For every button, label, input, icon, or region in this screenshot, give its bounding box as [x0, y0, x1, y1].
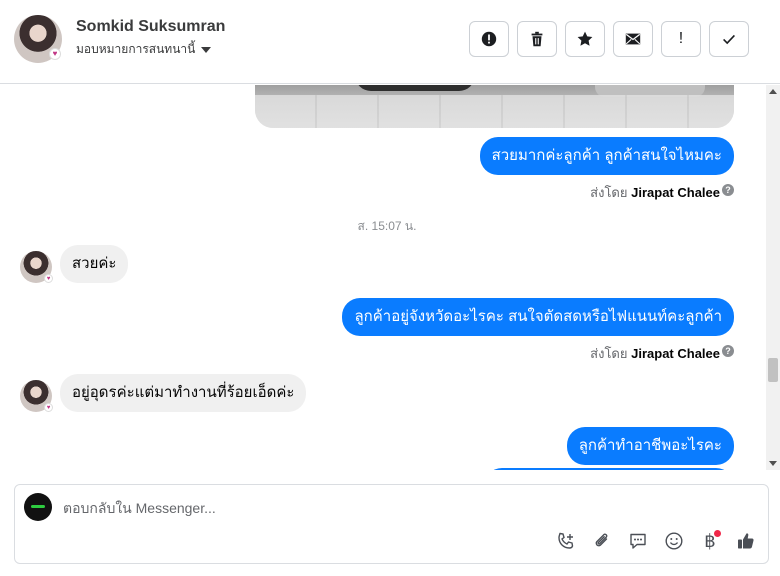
- incoming-message[interactable]: สวยค่ะ: [60, 245, 129, 283]
- smiley-icon: [665, 532, 683, 550]
- thumbs-up-icon: [738, 533, 754, 549]
- payment-button[interactable]: ฿: [698, 529, 722, 553]
- emoji-button[interactable]: [662, 529, 686, 553]
- outgoing-message[interactable]: ลูกค้าทำอาชีพอะไรคะ: [566, 427, 734, 465]
- check-icon: [723, 34, 735, 45]
- outgoing-message[interactable]: ลูกค้าอยู่จังหวัดอะไรคะ สนใจตัดสดหรือไฟแ…: [342, 298, 734, 336]
- scroll-thumb[interactable]: [768, 358, 778, 382]
- contact-avatar[interactable]: ♥: [14, 15, 62, 63]
- message-timestamp: ส. 15:07 น.: [357, 219, 417, 233]
- star-button[interactable]: [565, 21, 605, 57]
- envelope-icon: [625, 33, 641, 45]
- follow-up-label: !: [678, 30, 684, 47]
- phone-plus-icon: [558, 532, 574, 549]
- composer-toolbar: ฿: [554, 529, 758, 553]
- spam-button[interactable]: [469, 21, 509, 57]
- mark-done-button[interactable]: [709, 21, 749, 57]
- saved-replies-button[interactable]: [626, 529, 650, 553]
- caret-down-icon: [201, 46, 212, 53]
- call-button[interactable]: [554, 529, 578, 553]
- contact-name[interactable]: Somkid Suksumran: [76, 18, 225, 36]
- sent-by-prefix: ส่งโดย: [590, 346, 628, 361]
- incoming-message[interactable]: อยู่อุดรค่ะแต่มาทำงานที่ร้อยเอ็ดค่ะ: [60, 374, 307, 412]
- instagram-badge-icon: ♥: [49, 48, 61, 60]
- conversation-header: ♥ Somkid Suksumran มอบหมายการสนทนานี้ !: [0, 0, 780, 84]
- thread-scrollbar[interactable]: [766, 85, 780, 470]
- photo-car-shape: [355, 85, 475, 91]
- trash-icon: [531, 31, 543, 47]
- delete-button[interactable]: [517, 21, 557, 57]
- sent-by-prefix: ส่งโดย: [590, 185, 628, 200]
- sent-by-label: ส่งโดย Jirapat Chalee: [590, 182, 720, 203]
- sent-by-name: Jirapat Chalee: [631, 346, 720, 361]
- scroll-up-arrow-icon[interactable]: [769, 89, 777, 94]
- instagram-badge-icon: ♥: [44, 274, 53, 283]
- help-icon[interactable]: ?: [722, 345, 734, 357]
- message-thread: สวยมากค่ะลูกค้า ลูกค้าสนใจไหมคะ ส่งโดย J…: [0, 85, 766, 470]
- follow-up-button[interactable]: !: [661, 21, 701, 57]
- sent-by-label: ส่งโดย Jirapat Chalee: [590, 343, 720, 364]
- assign-conversation-dropdown[interactable]: มอบหมายการสนทนานี้: [76, 40, 212, 59]
- assign-label: มอบหมายการสนทนานี้: [76, 42, 196, 56]
- outgoing-message[interactable]: สวยมากค่ะลูกค้า ลูกค้าสนใจไหมคะ: [479, 137, 734, 175]
- help-icon[interactable]: ?: [722, 184, 734, 196]
- notification-dot: [714, 530, 721, 537]
- outgoing-message-partial[interactable]: [484, 468, 734, 470]
- reply-composer: ฿: [14, 484, 769, 564]
- sent-by-name: Jirapat Chalee: [631, 185, 720, 200]
- like-button[interactable]: [734, 529, 758, 553]
- reply-input[interactable]: [63, 497, 743, 519]
- instagram-badge-icon: ♥: [44, 403, 53, 412]
- star-icon: [577, 31, 593, 46]
- attached-photo[interactable]: [255, 85, 734, 128]
- attach-button[interactable]: [590, 529, 614, 553]
- mark-unread-button[interactable]: [613, 21, 653, 57]
- contact-avatar-small[interactable]: ♥: [20, 251, 53, 283]
- scroll-down-arrow-icon[interactable]: [769, 461, 777, 466]
- chat-bubble-icon: [630, 533, 646, 549]
- photo-floor-shape: [255, 95, 734, 128]
- paperclip-icon: [595, 533, 608, 547]
- page-logo-avatar: [24, 493, 52, 521]
- contact-avatar-small[interactable]: ♥: [20, 380, 53, 412]
- alert-circle-icon: [481, 31, 497, 47]
- header-actions: !: [469, 21, 749, 57]
